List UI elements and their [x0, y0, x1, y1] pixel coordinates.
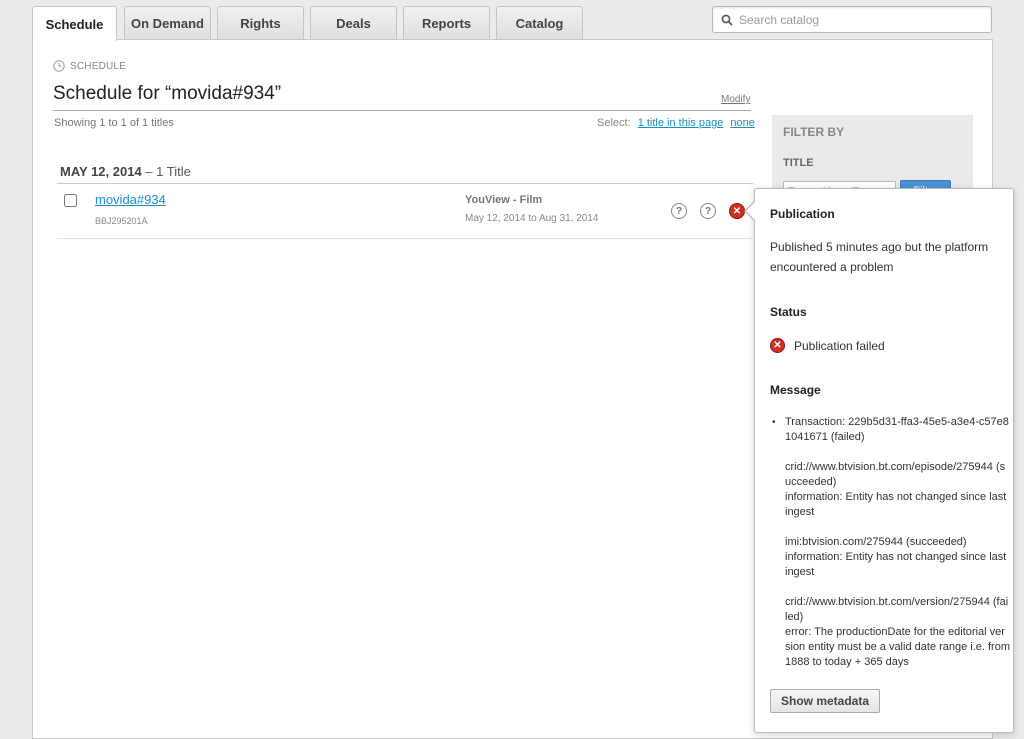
search-input[interactable] [737, 10, 985, 29]
tab-rights[interactable]: Rights [217, 6, 304, 40]
tab-label: Rights [240, 16, 281, 31]
group-count: – 1 Title [145, 164, 191, 179]
select-controls: Select: 1 title in this page none [597, 117, 755, 129]
tab-label: Deals [336, 16, 371, 31]
publication-status: ✕ Publication failed [770, 338, 885, 353]
title-link[interactable]: movida#934 [95, 192, 166, 207]
error-icon: ✕ [770, 338, 785, 353]
section-label: SCHEDULE [53, 60, 126, 72]
date-group-header: MAY 12, 2014 – 1 Title [60, 164, 191, 179]
message-entry-line: crid://www.btvision.bt.com/version/27594… [785, 596, 1009, 623]
message-entry-line: imi:btvision.com/275944 (succeeded) [785, 536, 967, 548]
message-heading: Message [770, 383, 821, 397]
tab-catalog[interactable]: Catalog [496, 6, 583, 40]
tab-label: Catalog [515, 16, 564, 31]
help-icon[interactable]: ? [671, 203, 687, 219]
select-label: Select: [597, 117, 631, 129]
select-page-link[interactable]: 1 title in this page [638, 117, 724, 129]
status-heading: Status [770, 305, 807, 319]
page-title: Schedule for “movida#934” [53, 83, 282, 104]
tab-on-demand[interactable]: On Demand [124, 6, 211, 40]
tab-label: On Demand [131, 16, 204, 31]
popover-summary: Published 5 minutes ago but the platform… [770, 240, 989, 274]
popover-arrow-inner [746, 201, 756, 221]
message-list: Transaction: 229b5d31-ffa3-45e5-a3e4-c57… [770, 415, 1010, 670]
platform-name: YouView - Film [465, 194, 543, 206]
help-icon[interactable]: ? [700, 203, 716, 219]
search-box [712, 6, 992, 33]
tab-schedule[interactable]: Schedule [32, 6, 117, 41]
clock-icon [53, 60, 65, 72]
group-date: MAY 12, 2014 [60, 164, 142, 179]
table-row: movida#934 BBJ295201A YouView - Film May… [57, 184, 753, 239]
message-entry-detail: information: Entity has not changed sinc… [785, 491, 1007, 518]
tab-reports[interactable]: Reports [403, 6, 490, 40]
message-entry-line: crid://www.btvision.bt.com/episode/27594… [785, 461, 1006, 488]
date-range: May 12, 2014 to Aug 31, 2014 [465, 213, 599, 224]
results-count: Showing 1 to 1 of 1 titles [54, 117, 174, 129]
status-text: Publication failed [794, 338, 885, 353]
title-id: BBJ295201A [95, 216, 148, 226]
search-icon [721, 14, 733, 26]
select-none-link[interactable]: none [730, 117, 754, 129]
section-label-text: SCHEDULE [70, 60, 127, 72]
tab-label: Reports [421, 16, 472, 31]
tab-deals[interactable]: Deals [310, 6, 397, 40]
transaction-line: Transaction: 229b5d31-ffa3-45e5-a3e4-c57… [785, 416, 1009, 443]
show-metadata-button[interactable]: Show metadata [770, 689, 881, 713]
popover-heading: Publication [770, 207, 835, 221]
tab-label: Schedule [45, 16, 104, 32]
error-icon[interactable]: ✕ [729, 203, 745, 219]
title-divider [53, 110, 751, 111]
message-entry-detail: error: The productionDate for the editor… [785, 626, 1011, 668]
message-entry-detail: information: Entity has not changed sinc… [785, 551, 1007, 578]
row-checkbox[interactable] [64, 194, 77, 207]
publication-popover: Publication Published 5 minutes ago but … [754, 188, 1014, 733]
message-item: Transaction: 229b5d31-ffa3-45e5-a3e4-c57… [770, 415, 1010, 670]
filter-heading: FILTER BY [783, 125, 845, 139]
filter-title-label: TITLE [783, 157, 814, 169]
modify-link[interactable]: Modify [721, 94, 750, 105]
